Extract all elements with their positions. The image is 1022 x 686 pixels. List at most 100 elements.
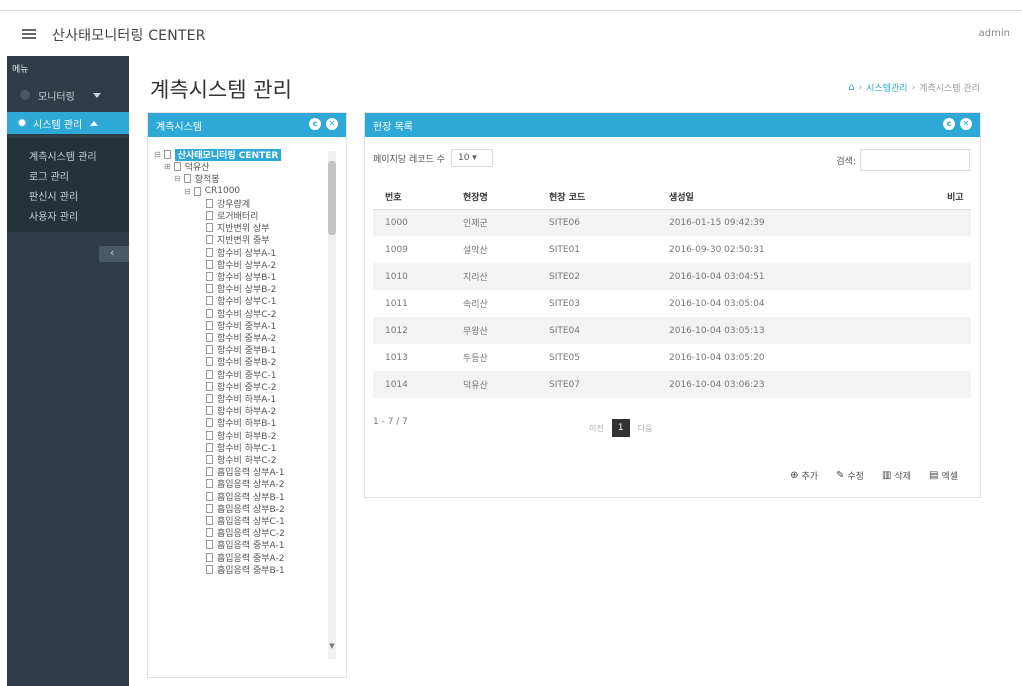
table-cell bbox=[847, 344, 971, 371]
expand-icon[interactable]: ⊞ bbox=[164, 162, 171, 171]
tree-node-level3[interactable]: ⊟ CR1000 bbox=[184, 186, 240, 197]
document-icon bbox=[206, 516, 213, 525]
table-cell: SITE06 bbox=[537, 209, 657, 236]
tree-leaf[interactable]: 로거배터리 bbox=[206, 210, 258, 222]
delete-button[interactable]: ▥ 삭제 bbox=[882, 469, 911, 482]
tree-leaf[interactable]: 지반변위 중부 bbox=[206, 234, 270, 246]
tree-node-level2[interactable]: ⊟ 향적봉 bbox=[174, 173, 220, 185]
close-icon[interactable]: ✕ bbox=[960, 118, 972, 130]
monitor-icon bbox=[20, 90, 30, 100]
tree-leaf[interactable]: 함수비 상부B-1 bbox=[206, 271, 277, 283]
tree-leaf[interactable]: 함수비 하부A-2 bbox=[206, 405, 276, 417]
tree-node-level1[interactable]: ⊞ 덕유산 bbox=[164, 161, 210, 173]
tree-leaf[interactable]: 함수비 중부B-1 bbox=[206, 344, 276, 356]
tree-node-label: 함수비 중부B-2 bbox=[217, 358, 277, 369]
excel-button[interactable]: ▤ 엑셀 bbox=[929, 469, 958, 482]
tree-node-label: 함수비 상부B-1 bbox=[217, 273, 277, 283]
collapse-icon[interactable]: c bbox=[943, 118, 955, 130]
tree-leaf[interactable]: 함수비 하부C-1 bbox=[206, 442, 277, 454]
expand-icon[interactable]: ⊟ bbox=[174, 174, 181, 183]
sidebar-subitem-users[interactable]: 사용자 관리 bbox=[29, 208, 78, 223]
search-label: 검색: bbox=[836, 156, 856, 167]
document-icon bbox=[206, 503, 213, 513]
sidebar-subitem-measure-system[interactable]: 계측시스템 관리 bbox=[29, 148, 97, 163]
tree-leaf[interactable]: 함수비 상부C-1 bbox=[206, 295, 277, 307]
col-header-created[interactable]: 생성일 bbox=[657, 185, 847, 210]
edit-button[interactable]: ✎ 수정 bbox=[836, 469, 864, 482]
table-cell: SITE03 bbox=[549, 298, 581, 309]
col-header-site-name[interactable]: 현장명 bbox=[451, 185, 537, 210]
breadcrumb-system[interactable]: 시스템관리 bbox=[866, 81, 907, 94]
tree-node-label: 함수비 하부B-2 bbox=[217, 431, 277, 442]
tree-leaf[interactable]: 흡입응력 상부A-1 bbox=[206, 466, 284, 478]
document-icon bbox=[206, 284, 213, 294]
tree-leaf[interactable]: 흡입응력 상부C-2 bbox=[206, 527, 285, 540]
table-row[interactable]: 1014 덕유산 SITE07 2016-10-04 03:06:23 bbox=[373, 371, 971, 398]
document-icon bbox=[206, 223, 213, 233]
tree-leaf[interactable]: 함수비 중부A-1 bbox=[206, 320, 276, 332]
expand-icon[interactable]: ⊟ bbox=[184, 187, 191, 196]
table-cell: 덕유산 bbox=[451, 371, 537, 398]
hamburger-menu-icon[interactable] bbox=[22, 29, 36, 39]
tree-leaf[interactable]: 함수비 상부B-2 bbox=[206, 283, 276, 295]
table-cell: 2016-10-04 03:05:20 bbox=[669, 352, 765, 363]
tree-leaf[interactable]: 흡입응력 상부B-1 bbox=[206, 491, 285, 503]
tree-leaf[interactable]: 함수비 중부B-2 bbox=[206, 356, 277, 369]
page-size-select[interactable]: 10 ▾ bbox=[450, 149, 493, 167]
table-cell: 1010 bbox=[373, 263, 451, 290]
table-row[interactable]: 1009 설악산 SITE01 2016-09-30 02:50:31 bbox=[373, 236, 971, 263]
col-header-no[interactable]: 번호 bbox=[373, 185, 451, 210]
tree-leaf[interactable]: 함수비 중부A-2 bbox=[206, 332, 276, 344]
tree-leaf[interactable]: 함수비 상부A-2 bbox=[206, 259, 276, 271]
wrench-icon: ✎ bbox=[836, 470, 845, 481]
document-icon bbox=[163, 150, 171, 159]
tree-leaf[interactable]: 흡입응력 상부A-2 bbox=[206, 478, 284, 490]
table-row[interactable]: 1011 속리산 SITE03 2016-10-04 03:05:04 bbox=[373, 290, 971, 317]
tree-leaf[interactable]: 함수비 상부A-1 bbox=[206, 247, 276, 259]
tree-leaf[interactable]: 흡입응력 중부A-1 bbox=[206, 539, 284, 551]
tree-leaf[interactable]: 흡입응력 중부A-2 bbox=[206, 552, 284, 564]
tree-leaf[interactable]: 함수비 상부C-2 bbox=[206, 308, 277, 320]
document-icon bbox=[206, 564, 213, 574]
gear-icon: ✹ bbox=[17, 116, 28, 130]
user-name[interactable]: admin bbox=[979, 28, 1010, 39]
table-row[interactable]: 1013 두등산 SITE05 2016-10-04 03:05:20 bbox=[373, 344, 971, 371]
action-bar: ⊕ 추가 ✎ 수정 ▥ 삭제 ▤ 엑셀 bbox=[790, 469, 958, 482]
pager-current[interactable]: 1 bbox=[611, 419, 630, 437]
tree-leaf[interactable]: 지반변위 상부 bbox=[206, 222, 270, 234]
document-icon bbox=[206, 418, 213, 428]
scroll-down-arrow-icon[interactable]: ▼ bbox=[328, 641, 336, 651]
pager-next[interactable]: 다음 bbox=[638, 423, 653, 434]
add-button[interactable]: ⊕ 추가 bbox=[790, 469, 818, 482]
tree-leaf[interactable]: 함수비 하부A-1 bbox=[206, 393, 276, 405]
col-header-site-code[interactable]: 현장 코드 bbox=[537, 185, 657, 210]
expand-icon[interactable]: ⊟ bbox=[154, 150, 161, 159]
tree-root[interactable]: ⊟ 산사태모니터링 CENTER bbox=[154, 149, 282, 161]
collapse-icon[interactable]: c bbox=[309, 118, 321, 130]
tree-leaf[interactable]: 함수비 하부C-2 bbox=[206, 454, 277, 466]
page-info: 1 - 7 / 7 bbox=[373, 417, 408, 427]
close-icon[interactable]: ✕ bbox=[326, 118, 338, 130]
home-icon[interactable]: ⌂ bbox=[848, 82, 854, 93]
sidebar-item-system[interactable]: ✹ 시스템 관리 bbox=[7, 112, 129, 134]
tree-leaf[interactable]: 흡입응력 중부B-1 bbox=[206, 564, 285, 576]
pager-prev[interactable]: 이전 bbox=[589, 423, 604, 434]
search-input[interactable] bbox=[860, 149, 970, 171]
col-header-note[interactable]: 비고 bbox=[847, 185, 971, 210]
tree-leaf[interactable]: 함수비 중부C-1 bbox=[206, 369, 277, 381]
sidebar-collapse-button[interactable] bbox=[99, 246, 129, 262]
tree-node-label: 흡입응력 상부C-2 bbox=[217, 529, 285, 540]
tree-leaf[interactable]: 함수비 중부C-2 bbox=[206, 381, 277, 393]
tree-scrollbar-thumb[interactable] bbox=[328, 161, 336, 235]
tree-leaf[interactable]: 강우량계 bbox=[206, 198, 250, 210]
table-row[interactable]: 1012 무왕산 SITE04 2016-10-04 03:05:13 bbox=[373, 317, 971, 344]
sidebar-subitem-panel[interactable]: 판신시 관리 bbox=[29, 188, 78, 203]
tree-leaf[interactable]: 흡입응력 상부C-1 bbox=[206, 515, 285, 527]
tree-leaf[interactable]: 함수비 하부B-2 bbox=[206, 430, 277, 442]
tree-leaf[interactable]: 함수비 하부B-1 bbox=[206, 417, 276, 429]
tree-leaf[interactable]: 흡입응력 상부B-2 bbox=[206, 503, 285, 515]
sidebar-item-monitoring[interactable]: 모니터링 bbox=[7, 80, 129, 110]
table-row[interactable]: 1010 지리산 SITE02 2016-10-04 03:04:51 bbox=[373, 263, 971, 290]
table-row[interactable]: 1000 인제군 SITE06 2016-01-15 09:42:39 bbox=[373, 209, 971, 236]
sidebar-subitem-log[interactable]: 로그 관리 bbox=[29, 168, 69, 183]
